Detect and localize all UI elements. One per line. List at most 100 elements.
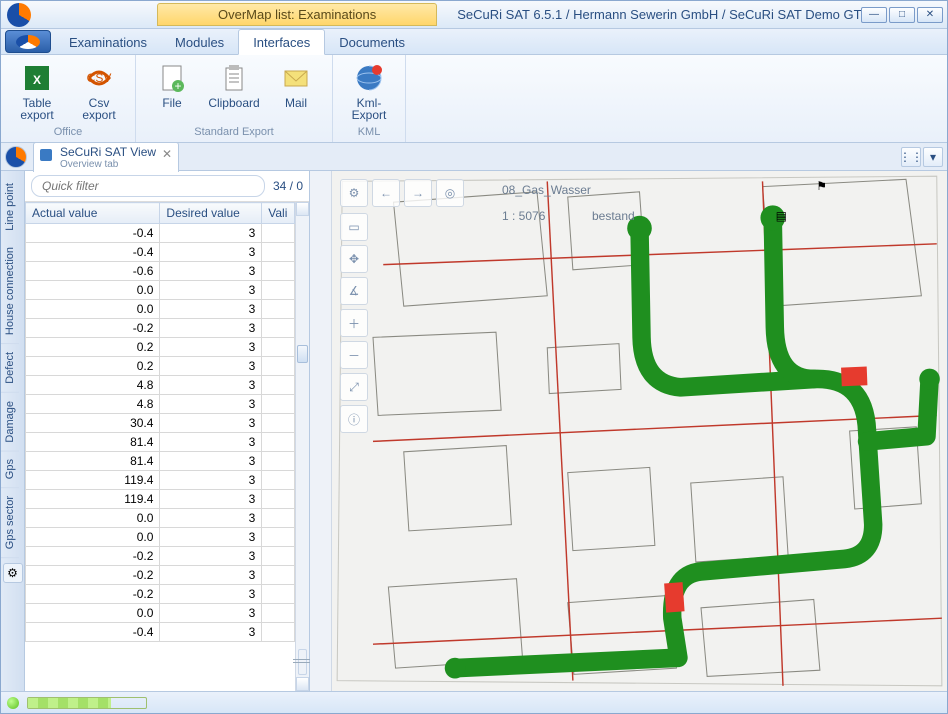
table-cell: 3	[160, 357, 262, 376]
table-row[interactable]: 119.43	[26, 490, 295, 509]
table-row[interactable]: 0.03	[26, 528, 295, 547]
quick-filter-input[interactable]	[31, 175, 265, 197]
file-icon: +	[155, 61, 189, 95]
table-row[interactable]: 81.43	[26, 452, 295, 471]
table-cell: 30.4	[26, 414, 160, 433]
close-button[interactable]: ✕	[917, 7, 943, 23]
map-back-button[interactable]: ←	[372, 179, 400, 207]
menu-tab-examinations[interactable]: Examinations	[55, 30, 161, 54]
menu-tab-modules[interactable]: Modules	[161, 30, 238, 54]
map-flag-button[interactable]: ⚑	[816, 179, 827, 193]
data-grid[interactable]: Actual valueDesired valueVali-0.43-0.43-…	[25, 202, 295, 691]
table-row[interactable]: 4.83	[26, 395, 295, 414]
grid-scrollbar[interactable]	[295, 202, 309, 691]
document-tab[interactable]: SeCuRi SAT View Overview tab ✕	[33, 142, 179, 172]
menu-tab-documents[interactable]: Documents	[325, 30, 419, 54]
table-cell: -0.2	[26, 566, 160, 585]
table-row[interactable]: -0.23	[26, 585, 295, 604]
table-cell: 3	[160, 566, 262, 585]
side-tab-gps-sector[interactable]: Gps sector	[1, 488, 19, 558]
file-button[interactable]: +File	[144, 59, 200, 109]
menu-tab-interfaces[interactable]: Interfaces	[238, 29, 325, 55]
kml-export-button[interactable]: Kml-Export	[341, 59, 397, 121]
table-row[interactable]: -0.43	[26, 623, 295, 642]
table-row[interactable]: 81.43	[26, 433, 295, 452]
table-row[interactable]: 30.43	[26, 414, 295, 433]
table-cell	[262, 547, 295, 566]
document-tab-bar: SeCuRi SAT View Overview tab ✕ ⋮⋮ ▾	[1, 143, 947, 171]
table-row[interactable]: -0.43	[26, 243, 295, 262]
svg-text:X: X	[33, 73, 41, 87]
table-cell: 3	[160, 471, 262, 490]
map-tool-select[interactable]: ▭	[340, 213, 368, 241]
table-cell: 3	[160, 433, 262, 452]
side-tab-strip: Line pointHouse connectionDefectDamageGp…	[1, 171, 25, 691]
column-header[interactable]: Desired value	[160, 203, 262, 224]
close-tab-icon[interactable]: ✕	[162, 147, 172, 161]
scroll-up-button[interactable]	[296, 202, 309, 216]
table-row[interactable]: 0.03	[26, 281, 295, 300]
column-header[interactable]: Vali	[262, 203, 295, 224]
map-layer-button[interactable]: ▤	[776, 209, 787, 223]
document-tab-title: SeCuRi SAT View	[60, 145, 156, 159]
scroll-thumb[interactable]	[297, 345, 308, 363]
home-tab-icon[interactable]	[5, 146, 27, 168]
table-cell: 3	[160, 243, 262, 262]
table-row[interactable]: -0.43	[26, 224, 295, 243]
csv-export-button[interactable]: CSVCsv export	[71, 59, 127, 121]
window-title: SeCuRi SAT 6.5.1 / Hermann Sewerin GmbH …	[457, 7, 861, 22]
table-row[interactable]: -0.23	[26, 566, 295, 585]
side-tab-gps[interactable]: Gps	[1, 451, 19, 488]
side-tab-line-point[interactable]: Line point	[1, 175, 19, 239]
table-cell	[262, 566, 295, 585]
table-export-button[interactable]: XTable export	[9, 59, 65, 121]
map-tool-zoomout[interactable]: －	[340, 341, 368, 369]
map-tool-measure[interactable]: ∡	[340, 277, 368, 305]
table-cell: -0.6	[26, 262, 160, 281]
map-tool-info[interactable]: ⓘ	[340, 405, 368, 433]
table-cell	[262, 509, 295, 528]
flag-icon: ⚑	[816, 179, 827, 193]
grid-drag-handle[interactable]	[298, 649, 307, 675]
side-tab-house-connection[interactable]: House connection	[1, 239, 19, 344]
table-row[interactable]: 0.23	[26, 357, 295, 376]
mail-button[interactable]: Mail	[268, 59, 324, 109]
table-row[interactable]: 4.83	[26, 376, 295, 395]
map-tool-pan[interactable]: ✥	[340, 245, 368, 273]
table-cell: 0.2	[26, 357, 160, 376]
document-tab-subtitle: Overview tab	[60, 159, 156, 170]
mail-icon	[279, 61, 313, 95]
side-tab-defect[interactable]: Defect	[1, 344, 19, 393]
app-menu-button[interactable]	[5, 30, 51, 53]
table-row[interactable]: 119.43	[26, 471, 295, 490]
map-toolbar-side: ▭ ✥ ∡ ＋ － ⤢ ⓘ	[340, 213, 368, 433]
table-cell	[262, 585, 295, 604]
table-cell: 81.4	[26, 433, 160, 452]
map-tool-extent[interactable]: ⤢	[340, 373, 368, 401]
map-locate-button[interactable]: ◎	[436, 179, 464, 207]
table-row[interactable]: 0.23	[26, 338, 295, 357]
table-row[interactable]: -0.23	[26, 547, 295, 566]
table-row[interactable]: 0.03	[26, 604, 295, 623]
table-cell	[262, 243, 295, 262]
clipboard-button[interactable]: Clipboard	[206, 59, 262, 109]
table-row[interactable]: -0.63	[26, 262, 295, 281]
table-row[interactable]: 0.03	[26, 300, 295, 319]
table-row[interactable]: -0.23	[26, 319, 295, 338]
side-settings-button[interactable]: ⚙	[3, 563, 23, 583]
map-canvas[interactable]: ⚙ ← → ◎ ▭ ✥ ∡ ＋ － ⤢ ⓘ 08_Gas_Wasser 1 : …	[332, 171, 947, 691]
side-tab-damage[interactable]: Damage	[1, 393, 19, 452]
table-row[interactable]: 0.03	[26, 509, 295, 528]
scroll-down-button[interactable]	[296, 677, 309, 691]
table-cell	[262, 623, 295, 642]
filter-count-label: 34 / 0	[273, 179, 303, 193]
map-settings-button[interactable]: ⚙	[340, 179, 368, 207]
tab-options-button[interactable]: ⋮⋮	[901, 147, 921, 167]
maximize-button[interactable]: □	[889, 7, 915, 23]
map-forward-button[interactable]: →	[404, 179, 432, 207]
column-header[interactable]: Actual value	[26, 203, 160, 224]
minimize-button[interactable]: —	[861, 7, 887, 23]
map-tool-zoomin[interactable]: ＋	[340, 309, 368, 337]
tab-dropdown-button[interactable]: ▾	[923, 147, 943, 167]
overmap-context-tab[interactable]: OverMap list: Examinations	[157, 3, 437, 26]
